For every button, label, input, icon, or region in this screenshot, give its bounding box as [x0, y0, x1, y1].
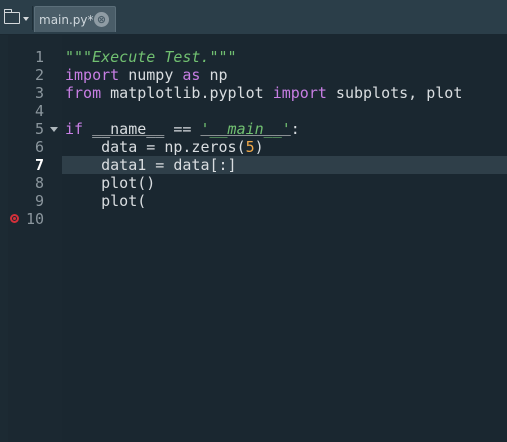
tab-main-py[interactable]: main.py* ⊗: [34, 6, 116, 32]
tab-label: main.py*: [39, 12, 94, 27]
code-line[interactable]: plot(): [62, 174, 507, 192]
line-number: 4: [34, 102, 44, 120]
code-text: np: [200, 66, 228, 84]
code-text: data1 = data[:]: [65, 156, 237, 174]
code-line[interactable]: if __name__ == '__main__':: [62, 120, 507, 138]
line-number: 6: [34, 138, 44, 156]
current-line-number: 7: [34, 156, 44, 174]
code-line[interactable]: [62, 210, 507, 228]
line-number: 2: [34, 66, 44, 84]
line-number: 3: [34, 84, 44, 102]
folder-icon: [3, 9, 20, 24]
code-line[interactable]: [62, 102, 507, 120]
docstring: """Execute Test.""": [65, 48, 237, 66]
code-text: plot(: [65, 192, 147, 210]
code-line[interactable]: data = np.zeros(5): [62, 138, 507, 156]
keyword: import: [272, 84, 327, 102]
code-text: matplotlib.pyplot: [101, 84, 273, 102]
line-number: 9: [34, 192, 44, 210]
code-text: plot(): [65, 174, 156, 192]
code-line[interactable]: from matplotlib.pyplot import subplots, …: [62, 84, 507, 102]
line-number: 10: [25, 210, 44, 228]
line-number: 5: [34, 120, 44, 138]
code-text: ==: [164, 120, 201, 138]
file-menu-button[interactable]: [0, 6, 33, 30]
code-text: numpy: [119, 66, 183, 84]
code-text: subplots, plot: [326, 84, 463, 102]
keyword: from: [65, 84, 102, 102]
code-text: :: [290, 120, 300, 138]
code-line[interactable]: """Execute Test.""": [62, 48, 507, 66]
code-text: data = np.zeros(: [65, 138, 246, 156]
line-number-gutter: 1 2 3 4 5 6 7 8 9 10: [0, 35, 62, 442]
line-number: 8: [34, 174, 44, 192]
close-icon[interactable]: ⊗: [94, 12, 109, 27]
keyword: import: [65, 66, 120, 84]
keyword: if: [65, 120, 84, 138]
fold-arrow-icon[interactable]: [50, 127, 58, 132]
line-number: 1: [34, 48, 44, 66]
tab-bar: main.py* ⊗: [0, 0, 507, 35]
code-text: ): [254, 138, 264, 156]
code-editor[interactable]: """Execute Test.""" import numpy as np f…: [62, 35, 507, 442]
chevron-down-icon: [22, 17, 29, 21]
current-code-line[interactable]: data1 = data[:]: [62, 156, 507, 174]
keyword: as: [182, 66, 201, 84]
number-literal: 5: [245, 138, 255, 156]
code-line[interactable]: import numpy as np: [62, 66, 507, 84]
dunder-name: __name__: [92, 120, 165, 138]
string-literal: '__main__': [200, 120, 291, 138]
code-line[interactable]: plot(: [62, 192, 507, 210]
